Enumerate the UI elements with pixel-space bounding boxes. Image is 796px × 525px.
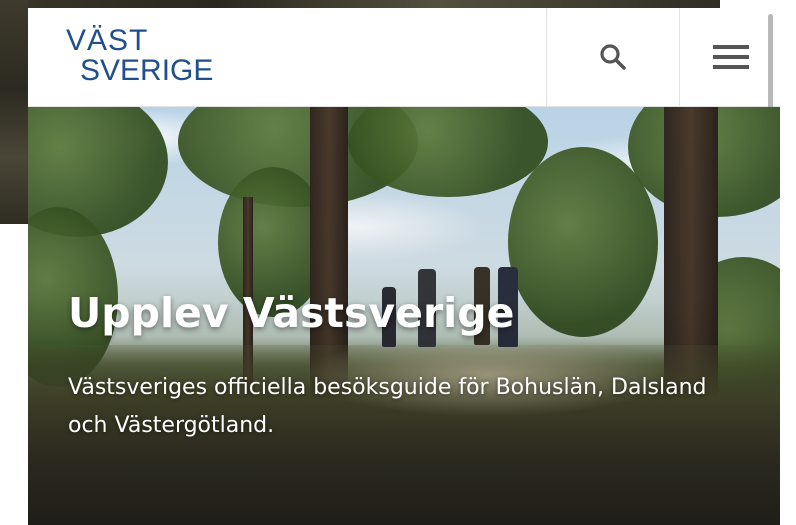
background-blank [720, 0, 796, 8]
vastsverige-logo[interactable]: VÄST SVERIGE [66, 24, 226, 94]
hero-title: Upplev Västsverige [68, 289, 515, 337]
menu-button[interactable] [679, 8, 780, 106]
background-photo-edge [0, 0, 28, 224]
search-icon [600, 44, 626, 70]
logo-line-top: VÄST [66, 24, 149, 57]
background-photo-strip [0, 0, 725, 8]
hamburger-menu-icon [712, 45, 749, 69]
logo-line-bottom: SVERIGE [80, 54, 214, 87]
search-button[interactable] [546, 8, 679, 106]
mobile-page: VÄST SVERIGE Upplev Västsverige Västsver… [28, 8, 780, 525]
hero-description: Västsveriges officiella besöksguide för … [68, 375, 707, 438]
site-header: VÄST SVERIGE [28, 8, 780, 107]
hero-banner: Upplev Västsverige Västsveriges officiel… [28, 107, 780, 525]
